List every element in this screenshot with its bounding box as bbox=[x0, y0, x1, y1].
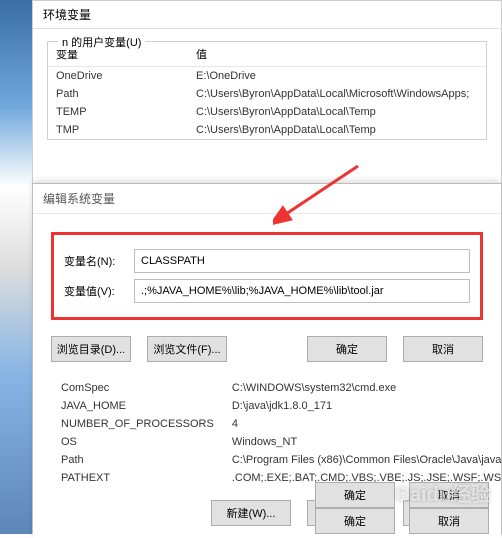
dialog-title: 环境变量 bbox=[33, 1, 501, 29]
highlight-box: 变量名(N): 变量值(V): bbox=[51, 232, 483, 320]
table-row[interactable]: JAVA_HOMED:\java\jdk1.8.0_171 bbox=[53, 398, 502, 414]
edit-dialog-title: 编辑系统变量 bbox=[33, 184, 501, 214]
browse-file-button[interactable]: 浏览文件(F)... bbox=[147, 336, 227, 362]
table-row[interactable]: OneDriveE:\OneDrive bbox=[48, 67, 486, 86]
table-row[interactable]: PathC:\Users\Byron\AppData\Local\Microso… bbox=[48, 85, 486, 103]
user-vars-label: n 的用户变量(U) bbox=[58, 34, 145, 50]
sys-vars-table[interactable]: ComSpecC:\WINDOWS\system32\cmd.exe JAVA_… bbox=[33, 374, 502, 494]
desktop-strip bbox=[0, 0, 32, 534]
table-row[interactable]: OSWindows_NT bbox=[53, 434, 502, 450]
table-row[interactable]: TMPC:\Users\Byron\AppData\Local\Temp bbox=[48, 121, 486, 139]
user-vars-table[interactable]: 变量 值 OneDriveE:\OneDrive PathC:\Users\By… bbox=[48, 42, 486, 139]
outer-cancel-button[interactable]: 取消 bbox=[409, 482, 489, 508]
table-row[interactable]: NUMBER_OF_PROCESSORS4 bbox=[53, 416, 502, 432]
table-row[interactable]: TEMPC:\Users\Byron\AppData\Local\Temp bbox=[48, 103, 486, 121]
browse-dir-button[interactable]: 浏览目录(D)... bbox=[51, 336, 131, 362]
var-name-label: 变量名(N): bbox=[64, 253, 134, 269]
new-button[interactable]: 新建(W)... bbox=[211, 500, 291, 526]
table-row[interactable]: PathC:\Program Files (x86)\Common Files\… bbox=[53, 452, 502, 468]
var-value-label: 变量值(V): bbox=[64, 283, 134, 299]
col-value[interactable]: 值 bbox=[188, 42, 486, 67]
cancel-button[interactable]: 取消 bbox=[403, 336, 483, 362]
outer-cancel-button-2[interactable]: 取消 bbox=[409, 508, 489, 534]
outer-ok-button-2[interactable]: 确定 bbox=[315, 508, 395, 534]
edit-sys-var-dialog: 编辑系统变量 变量名(N): 变量值(V): 浏览目录(D)... 浏览文件(F… bbox=[33, 183, 501, 538]
user-vars-group: n 的用户变量(U) 变量 值 OneDriveE:\OneDrive Path… bbox=[47, 41, 487, 140]
outer-ok-button[interactable]: 确定 bbox=[315, 482, 395, 508]
env-vars-dialog: 环境变量 n 的用户变量(U) 变量 值 OneDriveE:\OneDrive… bbox=[32, 0, 502, 534]
var-value-input[interactable] bbox=[134, 279, 470, 303]
table-row[interactable]: ComSpecC:\WINDOWS\system32\cmd.exe bbox=[53, 380, 502, 396]
ok-button[interactable]: 确定 bbox=[307, 336, 387, 362]
var-name-input[interactable] bbox=[134, 249, 470, 273]
